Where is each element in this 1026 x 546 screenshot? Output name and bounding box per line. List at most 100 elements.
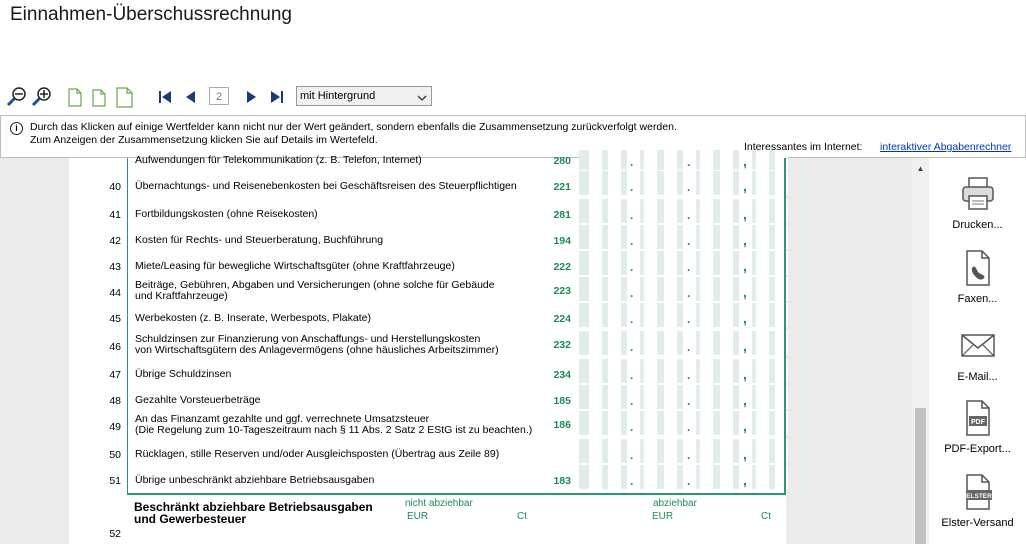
form-right-border bbox=[784, 158, 786, 544]
digit-cell bbox=[700, 251, 713, 275]
amount-field[interactable]: .., bbox=[579, 225, 788, 249]
next-page-icon[interactable] bbox=[240, 86, 262, 108]
digit-cell bbox=[589, 465, 602, 489]
digit-cell bbox=[720, 251, 733, 275]
last-page-icon[interactable] bbox=[266, 86, 288, 108]
amount-field[interactable]: .., bbox=[579, 171, 788, 195]
print-button[interactable]: Drucken... bbox=[929, 174, 1026, 231]
toolbar: 2 mit Hintergrund bbox=[0, 84, 1026, 110]
section-title-line2: und Gewerbesteuer bbox=[134, 512, 247, 526]
digit-cell bbox=[756, 411, 769, 435]
digit-cell bbox=[775, 199, 788, 223]
decimal-separator: , bbox=[743, 258, 747, 274]
pdf-export-button[interactable]: PDF PDF-Export... bbox=[929, 398, 1026, 455]
decimal-separator: , bbox=[743, 418, 747, 434]
digit-cell bbox=[720, 411, 733, 435]
digit-cell bbox=[608, 251, 621, 275]
background-select[interactable]: mit Hintergrund bbox=[296, 86, 432, 106]
digit-cell bbox=[756, 359, 769, 383]
line-code: 183 bbox=[553, 475, 571, 487]
decimal-separator: , bbox=[743, 153, 747, 169]
digit-cell bbox=[608, 303, 621, 327]
email-button[interactable]: E-Mail... bbox=[929, 326, 1026, 383]
digit-cell bbox=[664, 359, 677, 383]
amount-field[interactable]: .., bbox=[579, 385, 788, 409]
first-page-icon[interactable] bbox=[154, 86, 176, 108]
abgabenrechner-link[interactable]: interaktiver Abgabenrechner bbox=[880, 141, 1011, 153]
digit-cell bbox=[775, 331, 788, 355]
thousands-separator: . bbox=[630, 420, 634, 434]
digit-cell bbox=[700, 277, 713, 301]
row-description: und Kraftfahrzeuge) bbox=[135, 290, 228, 302]
digit-cell bbox=[775, 411, 788, 435]
zoom-in-icon[interactable] bbox=[31, 86, 53, 108]
amount-field[interactable]: .., bbox=[579, 277, 788, 301]
line-code: 232 bbox=[553, 339, 571, 351]
amount-field[interactable]: .., bbox=[579, 359, 788, 383]
digit-cell bbox=[700, 199, 713, 223]
digit-cell bbox=[627, 251, 640, 275]
line-code: 280 bbox=[553, 155, 571, 167]
digit-cell bbox=[589, 411, 602, 435]
digit-cell bbox=[608, 465, 621, 489]
amount-field[interactable]: .., bbox=[579, 411, 788, 435]
scroll-up-arrow-icon[interactable]: ▲ bbox=[912, 164, 929, 176]
digit-cell bbox=[664, 150, 677, 170]
email-label: E-Mail... bbox=[957, 371, 998, 383]
elster-send-button[interactable]: ELSTER Elster-Versand bbox=[929, 472, 1026, 529]
digit-cell bbox=[627, 150, 640, 170]
digit-cell bbox=[644, 331, 657, 355]
page-fit-icon[interactable] bbox=[88, 86, 110, 108]
amount-field[interactable]: .., bbox=[579, 439, 788, 463]
zoom-out-icon[interactable] bbox=[6, 86, 28, 108]
form-row: 51 Übrige unbeschränkt abziehbare Betrieb… bbox=[69, 465, 788, 491]
prev-page-icon[interactable] bbox=[180, 86, 202, 108]
form-row: 46 Schuldzinsen zur Finanzierung von Ansc… bbox=[69, 331, 788, 357]
page-width-icon[interactable] bbox=[64, 86, 86, 108]
amount-field[interactable]: .., bbox=[579, 303, 788, 327]
fax-button[interactable]: Faxen... bbox=[929, 248, 1026, 305]
digit-cell bbox=[775, 251, 788, 275]
thousands-separator: . bbox=[630, 155, 634, 169]
digit-cell bbox=[608, 411, 621, 435]
row-number: 47 bbox=[109, 369, 121, 381]
scroll-thumb[interactable] bbox=[915, 408, 926, 544]
digit-cell bbox=[664, 251, 677, 275]
digit-cell bbox=[664, 331, 677, 355]
amount-field[interactable]: .., bbox=[579, 199, 788, 223]
digit-cell bbox=[700, 303, 713, 327]
vertical-scrollbar[interactable]: ▲ bbox=[912, 158, 929, 544]
full-page-icon[interactable] bbox=[113, 86, 135, 108]
digit-cell bbox=[720, 225, 733, 249]
digit-cell bbox=[775, 150, 788, 170]
digit-cell bbox=[589, 385, 602, 409]
digit-cell bbox=[720, 199, 733, 223]
row-description: Werbekosten (z. B. Inserate, Werbespots,… bbox=[135, 312, 371, 324]
digit-cell bbox=[720, 303, 733, 327]
thousands-separator: . bbox=[687, 474, 691, 488]
thousands-separator: . bbox=[687, 448, 691, 462]
amount-field[interactable]: .., bbox=[579, 331, 788, 355]
form-row: 40 Übernachtungs- und Reisenebenkosten be… bbox=[69, 171, 788, 197]
digit-cell bbox=[700, 150, 713, 170]
digit-cell bbox=[644, 251, 657, 275]
line-code: 194 bbox=[553, 235, 571, 247]
digit-cell bbox=[608, 225, 621, 249]
digit-cell bbox=[756, 331, 769, 355]
digit-cell bbox=[664, 199, 677, 223]
thousands-separator: . bbox=[687, 260, 691, 274]
row-number: 43 bbox=[109, 261, 121, 273]
amount-field[interactable]: .., bbox=[579, 150, 788, 170]
elster-icon: ELSTER bbox=[965, 474, 992, 510]
thousands-separator: . bbox=[630, 394, 634, 408]
digit-cell bbox=[756, 171, 769, 195]
digit-cell bbox=[644, 225, 657, 249]
page-number-input[interactable]: 2 bbox=[209, 87, 229, 105]
digit-cell bbox=[700, 385, 713, 409]
amount-field[interactable]: .., bbox=[579, 251, 788, 275]
form-row: 43 Miete/Leasing für bewegliche Wirtschaf… bbox=[69, 251, 788, 277]
amount-field[interactable]: .., bbox=[579, 465, 788, 489]
form-row: 48 Gezahlte Vorsteuerbeträge 185.., bbox=[69, 385, 788, 411]
digit-cell bbox=[627, 303, 640, 327]
digit-cell bbox=[664, 277, 677, 301]
